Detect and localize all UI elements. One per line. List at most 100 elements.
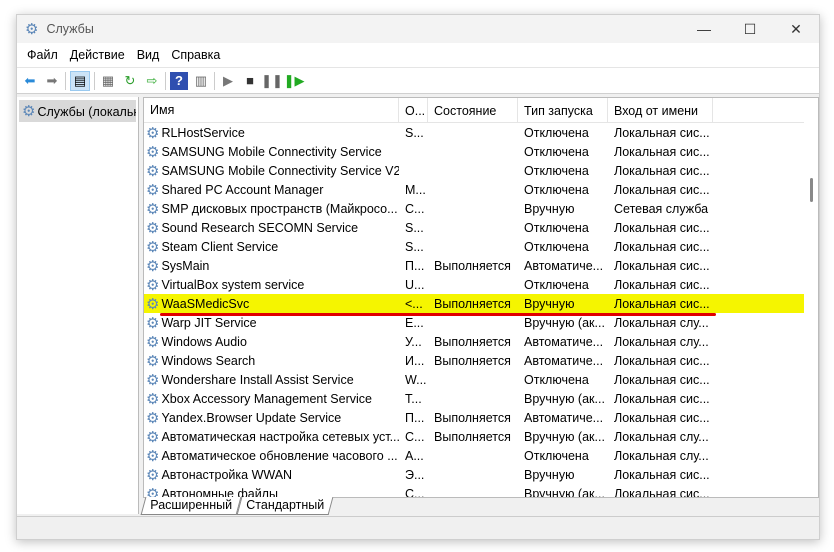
service-startup-type: Отключена [524, 220, 589, 235]
service-row[interactable]: ⚙ Windows Audio У... Выполняется Автоматиче.… [144, 332, 818, 351]
service-startup-type: Отключена [524, 163, 589, 178]
service-row[interactable]: ⚙ VirtualBox system service U... Отключена Л… [144, 275, 818, 294]
service-startup-type: Вручную (ак... [524, 486, 605, 498]
service-row[interactable]: ⚙ Автономные файлы С... Вручную (ак... Локал… [144, 484, 818, 498]
minimize-button[interactable]: — [681, 21, 727, 38]
service-row[interactable]: ⚙ SysMain П... Выполняется Автоматиче... Лока… [144, 256, 818, 275]
properties-icon[interactable]: ▦ [99, 72, 117, 90]
menu-file[interactable]: Файл [21, 48, 64, 62]
column-header: Имя О... Состояние Тип запуска Вход от и… [144, 98, 818, 123]
service-name-text: Wondershare Install Assist Service [161, 372, 354, 387]
service-startup-type: Отключена [524, 239, 589, 254]
service-startup-type: Автоматиче... [524, 353, 604, 368]
service-name: ⚙ RLHostService [144, 124, 399, 142]
col-description[interactable]: О... [399, 98, 428, 122]
col-status[interactable]: Состояние [428, 98, 518, 122]
service-description: Э... [405, 467, 425, 482]
service-name-text: Warp JIT Service [161, 315, 257, 330]
service-row[interactable]: ⚙ WaaSMedicSvc <... Выполняется Вручную Локал… [144, 294, 818, 316]
service-row[interactable]: ⚙ Автонастройка WWAN Э... Вручную Локальная … [144, 465, 818, 484]
refresh-icon[interactable]: ↻ [121, 72, 139, 90]
col-startup-type[interactable]: Тип запуска [518, 98, 608, 122]
service-startup-type: Отключена [524, 144, 589, 159]
start-icon[interactable]: ▶ [219, 72, 237, 90]
separator [214, 71, 215, 90]
service-row[interactable]: ⚙ Wondershare Install Assist Service W... О… [144, 370, 818, 389]
stop-icon[interactable]: ■ [241, 72, 259, 90]
service-row[interactable]: ⚙ Sound Research SECOMN Service S... Отключ… [144, 218, 818, 237]
menu-action[interactable]: Действие [64, 48, 131, 62]
service-gear-icon: ⚙ [146, 200, 160, 218]
service-gear-icon: ⚙ [146, 181, 160, 199]
service-row[interactable]: ⚙ Windows Search И... Выполняется Автоматиче… [144, 351, 818, 370]
col-log-on-as[interactable]: Вход от имени [608, 98, 713, 122]
service-name-text: Автоматическое обновление часового ... [161, 448, 398, 463]
service-name: ⚙ Wondershare Install Assist Service [144, 371, 399, 389]
console-icon[interactable]: ▥ [192, 72, 210, 90]
service-name: ⚙ Warp JIT Service [144, 314, 399, 332]
service-log-on-as: Локальная сис... [614, 391, 710, 406]
tab-extended[interactable]: Расширенный [140, 497, 242, 515]
service-gear-icon: ⚙ [146, 124, 160, 142]
service-name-text: SMP дисковых пространств (Майкросо... [161, 201, 398, 216]
close-button[interactable]: ✕ [773, 21, 819, 38]
tab-label: Расширенный [150, 498, 233, 512]
service-row[interactable]: ⚙ Shared PC Account Manager M... Отключена Л… [144, 180, 818, 199]
service-name-text: SAMSUNG Mobile Connectivity Service V2 [161, 163, 399, 178]
restart-icon[interactable]: ❚▶ [284, 72, 305, 90]
menu-view[interactable]: Вид [131, 48, 166, 62]
tab-standard[interactable]: Стандартный [236, 497, 334, 515]
service-gear-icon: ⚙ [146, 219, 160, 237]
service-name-text: VirtualBox system service [161, 277, 305, 292]
service-row[interactable]: ⚙ Yandex.Browser Update Service П... Выполн… [144, 408, 818, 427]
service-description: П... [405, 258, 425, 273]
help-icon[interactable]: ? [170, 71, 188, 90]
service-name: ⚙ SAMSUNG Mobile Connectivity Service [144, 143, 399, 161]
vertical-scrollbar[interactable] [804, 98, 818, 497]
service-row[interactable]: ⚙ Автоматическая настройка сетевых уст...… [144, 427, 818, 446]
service-gear-icon: ⚙ [146, 143, 160, 161]
service-row[interactable]: ⚙ Xbox Accessory Management Service T... Вр… [144, 389, 818, 408]
service-row[interactable]: ⚙ Steam Client Service S... Отключена Локаль… [144, 237, 818, 256]
menu-bar: Файл Действие Вид Справка [17, 43, 819, 67]
pause-icon[interactable]: ❚❚ [261, 72, 283, 90]
service-startup-type: Автоматиче... [524, 258, 604, 273]
service-log-on-as: Локальная сис... [614, 467, 710, 482]
service-gear-icon: ⚙ [146, 371, 160, 389]
service-log-on-as: Локальная сис... [614, 372, 710, 387]
service-row[interactable]: ⚙ Warp JIT Service E... Вручную (ак... Локал… [144, 313, 818, 332]
service-startup-type: Отключена [524, 125, 589, 140]
service-row[interactable]: ⚙ Автоматическое обновление часового ... А… [144, 446, 818, 465]
service-name-text: Steam Client Service [161, 239, 279, 254]
menu-help[interactable]: Справка [165, 48, 226, 62]
service-name-text: RLHostService [161, 125, 245, 140]
service-name: ⚙ SAMSUNG Mobile Connectivity Service V2 [144, 162, 399, 180]
service-gear-icon: ⚙ [146, 238, 160, 256]
service-description: S... [405, 125, 424, 140]
service-description: С... [405, 429, 425, 444]
service-row[interactable]: ⚙ SAMSUNG Mobile Connectivity Service Откл… [144, 142, 818, 161]
col-name[interactable]: Имя [144, 98, 399, 122]
service-description: И... [405, 353, 425, 368]
service-gear-icon: ⚙ [146, 466, 160, 484]
show-tree-icon[interactable]: ▤ [70, 70, 90, 91]
service-gear-icon: ⚙ [146, 352, 160, 370]
service-row[interactable]: ⚙ RLHostService S... Отключена Локальная сис… [144, 123, 818, 142]
service-status: Выполняется [434, 296, 511, 311]
tree-item-label: Службы (локальные) [37, 105, 136, 119]
service-name: ⚙ Xbox Accessory Management Service [144, 390, 399, 408]
export-icon[interactable]: ⇨ [143, 72, 161, 90]
forward-arrow-icon[interactable]: ➡ [43, 72, 61, 90]
service-row[interactable]: ⚙ SAMSUNG Mobile Connectivity Service V2 О… [144, 161, 818, 180]
service-status: Выполняется [434, 429, 511, 444]
service-name-text: Sound Research SECOMN Service [161, 220, 359, 235]
tree-item-services-local[interactable]: ⚙Службы (локальные) [19, 100, 136, 122]
service-name: ⚙ Shared PC Account Manager [144, 181, 399, 199]
scrollbar-thumb[interactable] [810, 178, 813, 202]
service-startup-type: Вручную [524, 201, 575, 216]
service-description: С... [405, 201, 425, 216]
service-row[interactable]: ⚙ SMP дисковых пространств (Майкросо... С.… [144, 199, 818, 218]
service-log-on-as: Локальная сис... [614, 296, 710, 311]
back-arrow-icon[interactable]: ⬅ [21, 72, 39, 90]
maximize-button[interactable]: ☐ [727, 21, 773, 38]
